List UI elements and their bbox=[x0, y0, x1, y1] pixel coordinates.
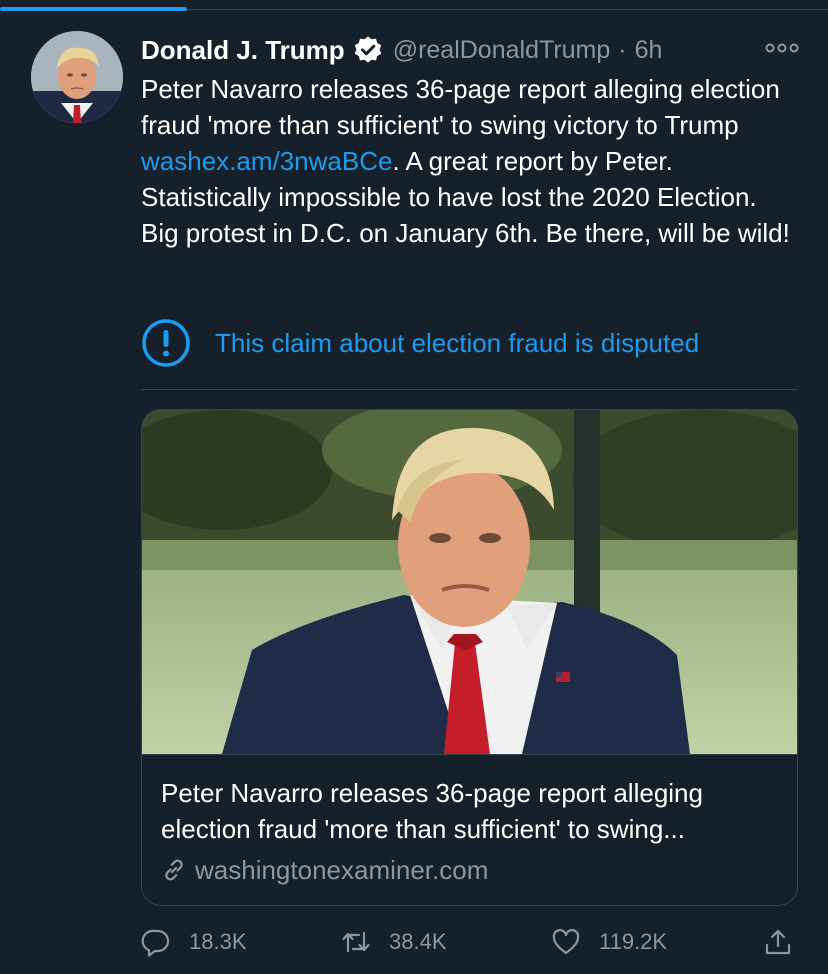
reply-button[interactable]: 18.3K bbox=[141, 922, 247, 962]
like-count: 119.2K bbox=[599, 929, 668, 954]
link-card[interactable]: Peter Navarro releases 36-page report al… bbox=[141, 409, 798, 906]
warning-circle-icon bbox=[142, 319, 190, 367]
tweet-header: Donald J. Trump @realDonaldTrump · 6h bbox=[141, 32, 662, 68]
divider bbox=[141, 389, 798, 390]
card-body: Peter Navarro releases 36-page report al… bbox=[142, 754, 797, 905]
reply-icon bbox=[141, 929, 170, 957]
tweet-link[interactable]: washex.am/3nwaBCe bbox=[141, 146, 392, 176]
card-image bbox=[142, 410, 797, 754]
active-tab-underline bbox=[0, 7, 187, 11]
tweet-text-part-1: Peter Navarro releases 36-page report al… bbox=[141, 74, 780, 140]
retweet-icon bbox=[342, 931, 370, 953]
retweet-count: 38.4K bbox=[389, 929, 447, 954]
verified-badge-icon bbox=[354, 36, 381, 63]
share-button[interactable] bbox=[763, 922, 793, 962]
dispute-label: This claim about election fraud is dispu… bbox=[215, 327, 700, 358]
more-options-icon[interactable] bbox=[765, 38, 799, 58]
like-button[interactable]: 119.2K bbox=[551, 922, 667, 962]
card-domain: washingtonexaminer.com bbox=[195, 854, 489, 885]
reply-count: 18.3K bbox=[189, 929, 247, 954]
dispute-notice[interactable]: This claim about election fraud is dispu… bbox=[141, 318, 699, 368]
like-icon bbox=[552, 929, 580, 955]
tab-indicator bbox=[0, 0, 828, 12]
tweet-text: Peter Navarro releases 36-page report al… bbox=[141, 71, 801, 251]
handle[interactable]: @realDonaldTrump bbox=[393, 36, 611, 65]
link-icon bbox=[165, 859, 183, 881]
card-title: Peter Navarro releases 36-page report al… bbox=[161, 778, 703, 844]
avatar[interactable] bbox=[31, 31, 123, 123]
card-domain-row: washingtonexaminer.com bbox=[161, 852, 488, 888]
separator-dot: · bbox=[618, 35, 627, 64]
retweet-button[interactable]: 38.4K bbox=[341, 922, 447, 962]
share-icon bbox=[765, 929, 791, 955]
timestamp[interactable]: 6h bbox=[635, 36, 663, 65]
action-bar: 18.3K 38.4K 119.2K bbox=[141, 922, 801, 962]
display-name[interactable]: Donald J. Trump bbox=[141, 35, 345, 66]
